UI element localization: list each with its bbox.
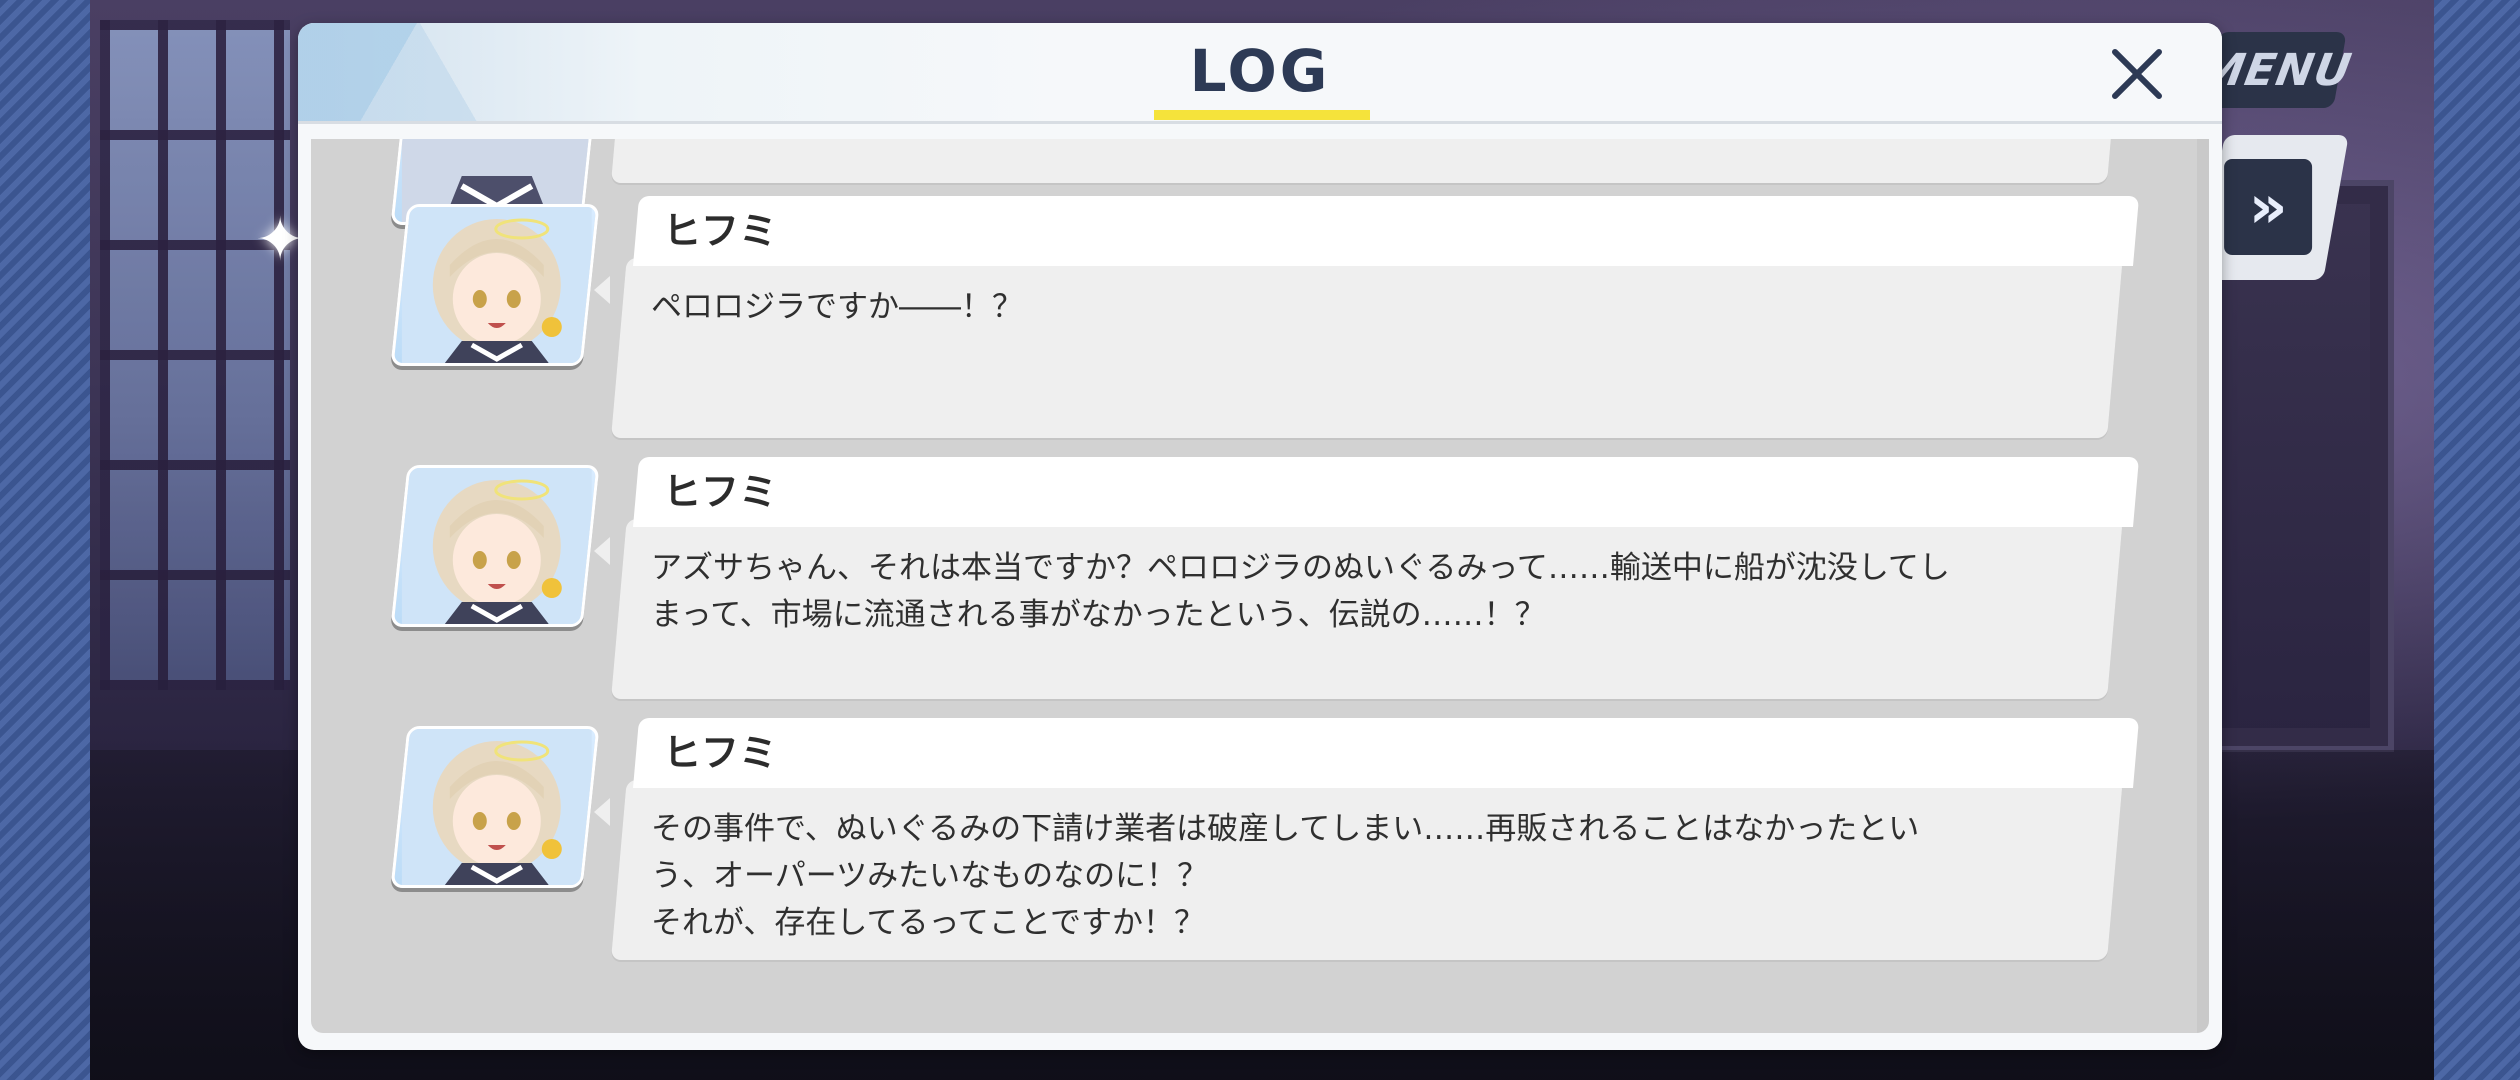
speaker-name-tab: [633, 718, 2140, 788]
speaker-name-tab: [633, 196, 2140, 266]
title-underline: [1154, 110, 1370, 120]
menu-button[interactable]: MENU: [2196, 32, 2356, 108]
speaker-name: ヒフミ: [663, 731, 778, 775]
speaker-name-tab: [633, 457, 2140, 527]
close-button[interactable]: [2102, 39, 2172, 109]
log-entry: [311, 139, 2209, 225]
log-entry: ヒフミ アズサちゃん、それは本当ですか？ペロロジラのぬいぐるみって……輸送中に船…: [311, 457, 2209, 705]
speaker-portrait: [390, 465, 600, 627]
message-text: ペロロジラですか――！？: [651, 289, 1023, 325]
bubble-tail: [594, 798, 610, 826]
close-icon: [2112, 49, 2162, 99]
log-panel: LOG ヒフミ ペロロジラですか――！？ ヒフミ アズサちゃん、それは本当ですか…: [298, 23, 2222, 1050]
bubble-tail: [594, 537, 610, 565]
bubble-tail: [594, 276, 610, 304]
log-list[interactable]: ヒフミ ペロロジラですか――！？ ヒフミ アズサちゃん、それは本当ですか？ペロロ…: [311, 139, 2209, 1033]
speaker-name: ヒフミ: [663, 470, 778, 514]
speaker-portrait: [390, 726, 600, 888]
right-border-stripes: [2434, 0, 2520, 1080]
log-entry: ヒフミ ペロロジラですか――！？: [311, 196, 2209, 444]
log-entry: ヒフミ その事件で、ぬいぐるみの下請け業者は破産してしまい……再販されることはな…: [311, 718, 2209, 966]
speaker-name: ヒフミ: [663, 209, 778, 253]
left-border-stripes: [0, 0, 90, 1080]
message-bubble: [611, 139, 2123, 183]
log-title: LOG: [1189, 37, 1331, 105]
background-window: [100, 20, 290, 690]
message-text: その事件で、ぬいぐるみの下請け業者は破産してしまい……再販されることはなかったと…: [651, 811, 1920, 941]
fast-forward-icon: »: [2224, 159, 2313, 255]
log-header: LOG: [298, 23, 2222, 124]
speaker-portrait: [390, 204, 600, 366]
message-text: アズサちゃん、それは本当ですか？ペロロジラのぬいぐるみって……輸送中に船が沈没し…: [651, 550, 1950, 633]
